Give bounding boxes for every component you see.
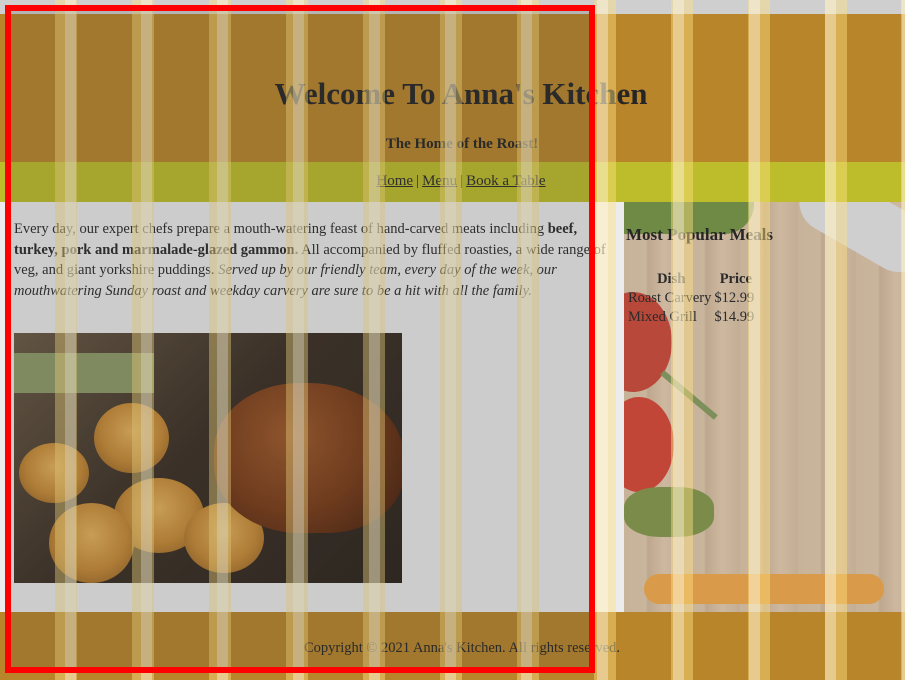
dish-cell: Roast Carvery [628,290,712,306]
price-cell: $14.99 [714,309,755,325]
site-footer: Copyright © 2021 Anna's Kitchen. All rig… [0,612,905,680]
yorkshire-pudding [49,503,134,583]
price-cell: $12.99 [714,290,755,306]
carvery-photo [14,333,402,583]
column-header-price: Price [719,271,752,287]
page: Welcome To Anna's Kitchen The Home of th… [0,0,905,680]
carrot-shape [644,574,884,604]
nav-link-home[interactable]: Home [376,173,413,189]
table-row: Mixed Grill $14.99 [628,308,757,327]
herb-shape [624,487,714,537]
table-row: Roast Carvery $12.99 [628,289,757,308]
table-header-row: Dish Price [628,270,757,289]
sidebar-background-image [624,202,905,612]
site-header: Welcome To Anna's Kitchen The Home of th… [0,14,905,162]
intro-paragraph: Every day, our expert chefs prepare a mo… [14,219,614,301]
popular-meals-heading: Most Popular Meals [626,225,774,244]
knife-shape [788,202,905,283]
yorkshire-pudding [19,443,89,503]
tomato-shape [624,397,674,492]
tagline: The Home of the Roast! [385,136,539,152]
page-title: Welcome To Anna's Kitchen [274,76,648,111]
roast-meat [214,383,402,533]
column-header-dish: Dish [657,271,686,287]
nav-link-menu[interactable]: Menu [422,173,457,189]
top-strip [0,0,905,14]
main-nav: Home | Menu | Book a Table [0,162,905,202]
nav-link-book-table[interactable]: Book a Table [466,173,546,189]
intro-text: Every day, our expert chefs prepare a mo… [14,221,548,237]
nav-separator: | [416,173,420,189]
copyright-text: Copyright © 2021 Anna's Kitchen. All rig… [303,640,621,656]
popular-meals-table: Dish Price Roast Carvery $12.99 Mixed Gr… [628,270,757,327]
nav-separator: | [460,173,464,189]
dish-cell: Mixed Grill [628,309,697,325]
yorkshire-pudding [94,403,169,473]
vine-shape [660,370,718,420]
salad-tray [14,353,154,393]
